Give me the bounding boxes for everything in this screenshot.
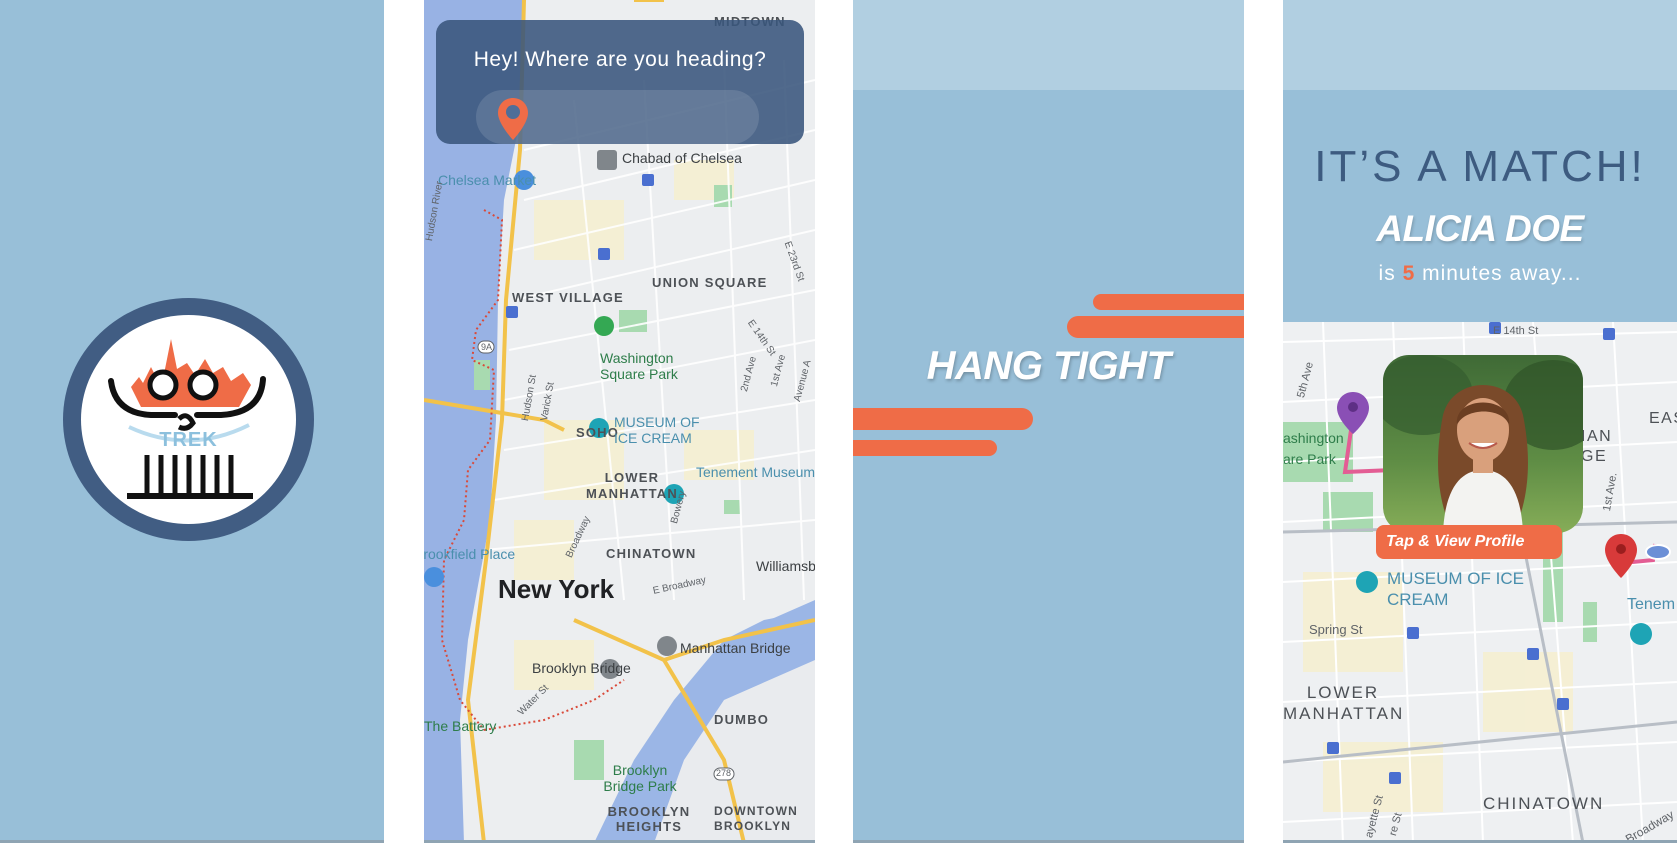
- map-label-chelsea-market: Chelsea Market: [438, 172, 537, 188]
- hang-tight-text: HANG TIGHT: [926, 344, 1171, 388]
- search-screen: MIDTOWN Chabad of Chelsea Chelsea Market…: [424, 0, 815, 843]
- profile-photo-image: [1383, 355, 1583, 533]
- speed-stripe: [853, 440, 997, 456]
- map-label-tenement: Tenem: [1627, 596, 1676, 613]
- map-label-lower-manhattan: LOWER MANHATTAN: [586, 470, 678, 501]
- map-label-brookfield-place: Brookfield Place: [424, 546, 516, 562]
- map-label-union-square: UNION SQUARE: [652, 275, 768, 290]
- view-profile-button[interactable]: Tap & View Profile: [1376, 525, 1562, 559]
- map-label-williamsburg: Williamsburg: [756, 558, 815, 574]
- search-prompt: Hey! Where are you heading?: [473, 48, 767, 71]
- map-label-brooklyn-bridge: Brooklyn Bridge: [532, 660, 631, 676]
- map-label-chabad: Chabad of Chelsea: [622, 150, 742, 166]
- map-label-washington: ashington: [1283, 430, 1344, 446]
- match-screen: IT’S A MATCH! ALICIA DOE is 5 minutes aw…: [1283, 0, 1677, 843]
- splash-screen: TREK: [0, 0, 384, 843]
- location-pin-icon: [498, 98, 528, 140]
- map-label-chinatown: CHINATOWN: [1483, 794, 1605, 813]
- map-label-village-fragment-2: GE: [1581, 448, 1608, 465]
- map-label-museum-ice-cream: MUSEUM OF ICE CREAM: [614, 414, 700, 446]
- panel-bottom-edge: [853, 840, 1244, 843]
- map-label-east: EAS: [1649, 410, 1677, 427]
- map-label-the-battery: The Battery: [424, 718, 497, 734]
- map-label-chinatown: CHINATOWN: [606, 546, 697, 561]
- panel-bottom-edge: [0, 840, 384, 843]
- map-label-e-14th-st: E 14th St: [1493, 325, 1539, 337]
- map-label-washington-square: Washington Square Park: [600, 350, 678, 382]
- map-label-west-village: WEST VILLAGE: [512, 290, 624, 305]
- speed-stripe: [1093, 294, 1244, 310]
- destination-search-card: Hey! Where are you heading?: [436, 20, 804, 144]
- speed-stripe: [853, 408, 1033, 430]
- map-label-spring-st: Spring St: [1309, 622, 1363, 637]
- trek-logo: TREK: [63, 298, 314, 541]
- distance-minutes: 5: [1402, 262, 1416, 285]
- distance-suffix: minutes away...: [1422, 262, 1582, 285]
- map-label-soho: SOHO: [576, 425, 620, 440]
- speed-stripe: [1067, 316, 1244, 338]
- match-distance: is 5 minutes away...: [1283, 262, 1677, 286]
- map-route-278: 278: [716, 768, 732, 778]
- map-label-downtown-brooklyn: DOWNTOWN BROOKLYN: [714, 804, 799, 833]
- map-route-9a: 9A: [481, 342, 493, 352]
- loading-screen: HANG TIGHT: [853, 0, 1244, 843]
- map-label-tenement-museum: Tenement Museum: [696, 464, 815, 480]
- map-label-village-fragment: IAN: [1581, 428, 1613, 445]
- map-label-lower-manhattan: LOWER MANHATTAN: [1283, 683, 1405, 723]
- map-label-dumbo: DUMBO: [714, 712, 770, 727]
- profile-photo[interactable]: [1383, 355, 1583, 533]
- map-label-brooklyn-bridge-park: Brooklyn Bridge Park: [603, 762, 677, 794]
- distance-prefix: is: [1378, 262, 1396, 285]
- map-label-museum-ice-cream: MUSEUM OF ICE CREAM: [1387, 569, 1524, 609]
- logo-text: TREK: [159, 429, 218, 451]
- match-title: IT’S A MATCH!: [1314, 142, 1646, 191]
- panel-bottom-edge: [424, 840, 815, 843]
- status-bar-area: [853, 0, 1244, 90]
- map-label-brooklyn-heights: BROOKLYN HEIGHTS: [607, 804, 691, 834]
- map-label-square-park: are Park: [1283, 451, 1336, 467]
- panel-bottom-edge: [1283, 840, 1677, 843]
- map-label-city: New York: [498, 574, 615, 604]
- status-bar-area: [1283, 0, 1677, 90]
- logo-graphic: [108, 339, 266, 499]
- match-name: ALICIA DOE: [1376, 208, 1584, 249]
- map-label-manhattan-bridge: Manhattan Bridge: [680, 640, 791, 656]
- logo-badge: TREK: [81, 315, 296, 524]
